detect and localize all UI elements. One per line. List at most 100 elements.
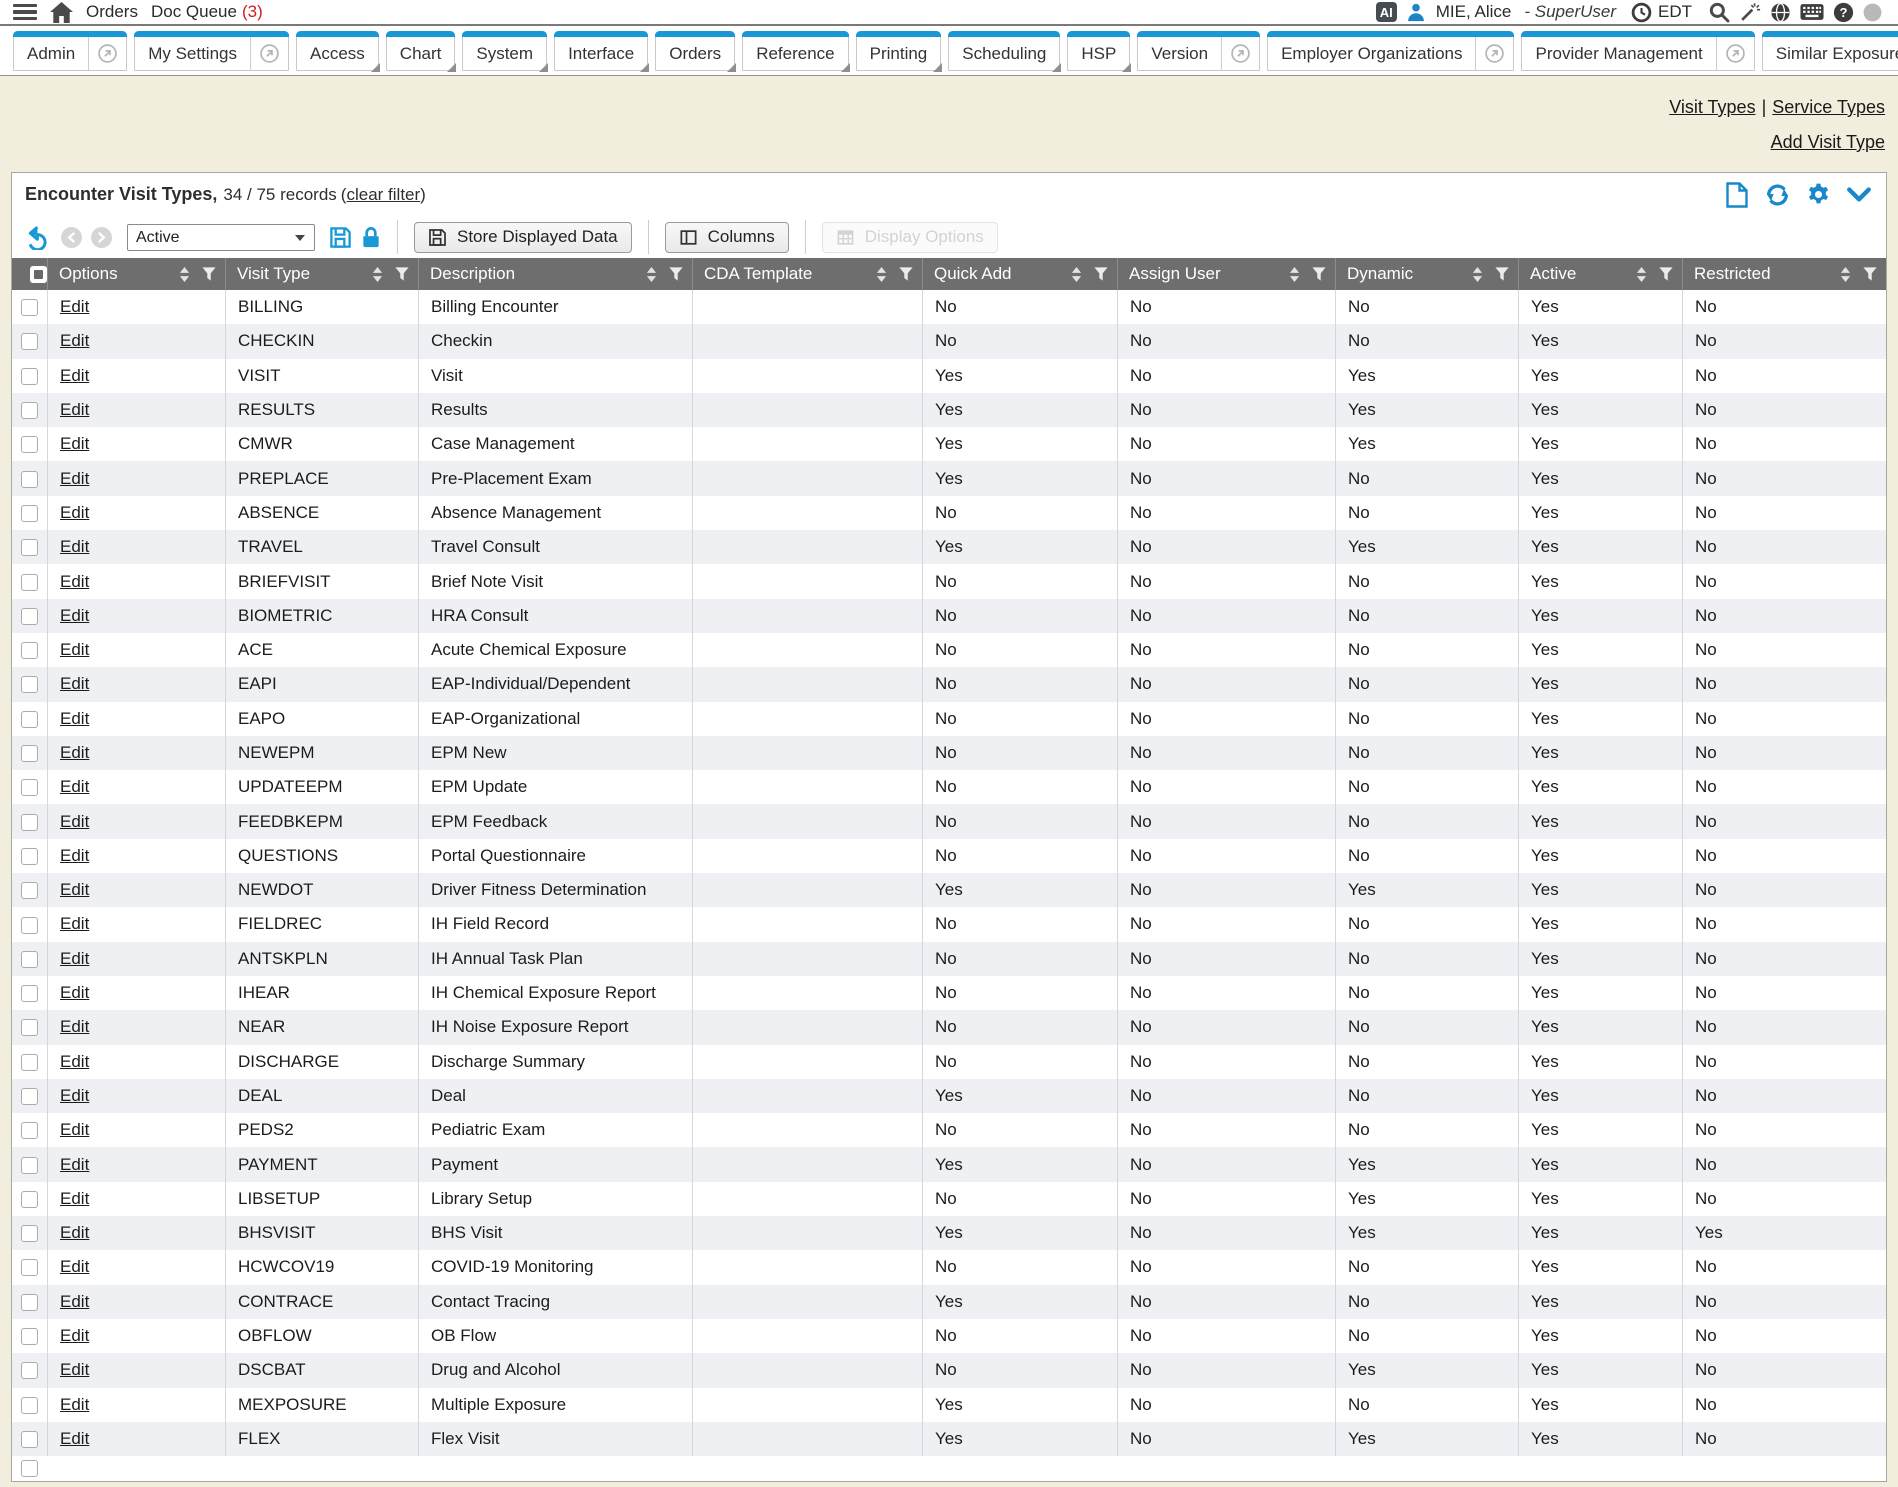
row-checkbox[interactable] — [21, 402, 38, 419]
filter-icon[interactable] — [1659, 267, 1673, 281]
sort-icon[interactable] — [646, 267, 657, 282]
edit-link[interactable]: Edit — [60, 846, 89, 865]
edit-link[interactable]: Edit — [60, 1360, 89, 1379]
refresh-icon[interactable] — [1764, 182, 1791, 208]
edit-link[interactable]: Edit — [60, 949, 89, 968]
column-header-dynamic[interactable]: Dynamic — [1335, 258, 1518, 290]
filter-icon[interactable] — [1312, 267, 1326, 281]
edit-link[interactable]: Edit — [60, 434, 89, 453]
filter-icon[interactable] — [395, 267, 409, 281]
visit-types-link[interactable]: Visit Types — [1669, 97, 1755, 117]
row-checkbox[interactable] — [21, 505, 38, 522]
edit-link[interactable]: Edit — [60, 1155, 89, 1174]
column-header-cda-template[interactable]: CDA Template — [692, 258, 922, 290]
row-checkbox[interactable] — [21, 1431, 38, 1448]
save-filter-icon[interactable] — [329, 226, 352, 249]
tab-hsp[interactable]: HSP — [1067, 31, 1130, 71]
row-checkbox[interactable] — [21, 333, 38, 350]
column-header-visit-type[interactable]: Visit Type — [225, 258, 418, 290]
column-header-assign-user[interactable]: Assign User — [1117, 258, 1335, 290]
open-new-window-icon[interactable] — [1475, 37, 1513, 70]
open-new-window-icon[interactable] — [1221, 37, 1259, 70]
row-checkbox[interactable] — [21, 1225, 38, 1242]
row-checkbox[interactable] — [21, 539, 38, 556]
row-checkbox[interactable] — [21, 1397, 38, 1414]
filter-icon[interactable] — [1094, 267, 1108, 281]
edit-link[interactable]: Edit — [60, 1429, 89, 1448]
edit-link[interactable]: Edit — [60, 1189, 89, 1208]
row-checkbox[interactable] — [21, 1328, 38, 1345]
edit-link[interactable]: Edit — [60, 331, 89, 350]
edit-link[interactable]: Edit — [60, 743, 89, 762]
sort-icon[interactable] — [1636, 267, 1647, 282]
undo-icon[interactable] — [26, 224, 52, 250]
edit-link[interactable]: Edit — [60, 537, 89, 556]
edit-link[interactable]: Edit — [60, 640, 89, 659]
sort-icon[interactable] — [179, 267, 190, 282]
sort-icon[interactable] — [1472, 267, 1483, 282]
edit-link[interactable]: Edit — [60, 983, 89, 1002]
row-checkbox[interactable] — [21, 814, 38, 831]
lock-icon[interactable] — [361, 226, 381, 249]
sort-icon[interactable] — [1289, 267, 1300, 282]
edit-link[interactable]: Edit — [60, 880, 89, 899]
column-header-quick-add[interactable]: Quick Add — [922, 258, 1117, 290]
filter-icon[interactable] — [1495, 267, 1509, 281]
edit-link[interactable]: Edit — [60, 572, 89, 591]
tab-system[interactable]: System — [462, 31, 547, 71]
sort-icon[interactable] — [372, 267, 383, 282]
open-new-window-icon[interactable] — [250, 37, 288, 70]
document-icon[interactable] — [1725, 182, 1749, 208]
edit-link[interactable]: Edit — [60, 1120, 89, 1139]
open-new-window-icon[interactable] — [88, 37, 126, 70]
row-checkbox[interactable] — [21, 676, 38, 693]
nav-doc-queue[interactable]: Doc Queue (3) — [151, 2, 263, 22]
column-header-options[interactable]: Options — [47, 258, 225, 290]
keyboard-icon[interactable] — [1800, 3, 1824, 21]
row-checkbox[interactable] — [21, 848, 38, 865]
filter-icon[interactable] — [202, 267, 216, 281]
select-all-checkbox[interactable] — [30, 266, 47, 283]
row-checkbox[interactable] — [21, 299, 38, 316]
column-header-description[interactable]: Description — [418, 258, 692, 290]
clear-filter-link[interactable]: clear filter — [346, 185, 420, 205]
edit-link[interactable]: Edit — [60, 1052, 89, 1071]
tab-scheduling[interactable]: Scheduling — [948, 31, 1060, 71]
settings-gear-icon[interactable] — [1806, 182, 1831, 207]
edit-link[interactable]: Edit — [60, 1395, 89, 1414]
row-checkbox[interactable] — [21, 471, 38, 488]
row-checkbox[interactable] — [21, 745, 38, 762]
row-checkbox[interactable] — [21, 711, 38, 728]
sort-icon[interactable] — [876, 267, 887, 282]
store-displayed-data-button[interactable]: Store Displayed Data — [414, 222, 632, 253]
collapse-chevron-icon[interactable] — [1846, 184, 1872, 206]
row-checkbox[interactable] — [21, 882, 38, 899]
history-back-button[interactable] — [61, 227, 82, 248]
filter-icon[interactable] — [1863, 267, 1877, 281]
nav-orders[interactable]: Orders — [86, 2, 138, 22]
clock-icon[interactable] — [1631, 2, 1652, 23]
row-checkbox[interactable] — [21, 1054, 38, 1071]
edit-link[interactable]: Edit — [60, 400, 89, 419]
tab-access[interactable]: Access — [296, 31, 379, 71]
row-checkbox[interactable] — [21, 1019, 38, 1036]
user-icon[interactable] — [1406, 2, 1426, 22]
filter-icon[interactable] — [669, 267, 683, 281]
row-checkbox[interactable] — [21, 1122, 38, 1139]
row-checkbox[interactable] — [21, 1294, 38, 1311]
edit-link[interactable]: Edit — [60, 1017, 89, 1036]
row-checkbox[interactable] — [21, 642, 38, 659]
edit-link[interactable]: Edit — [60, 1257, 89, 1276]
tab-orders[interactable]: Orders — [655, 31, 735, 71]
row-checkbox[interactable] — [21, 1157, 38, 1174]
row-checkbox[interactable] — [21, 1088, 38, 1105]
user-name[interactable]: MIE, Alice — [1436, 2, 1512, 22]
row-checkbox[interactable] — [21, 1259, 38, 1276]
edit-link[interactable]: Edit — [60, 1326, 89, 1345]
row-checkbox[interactable] — [21, 985, 38, 1002]
tab-similar-exposure-groups-segs[interactable]: Similar Exposure Groups (SEGs) — [1762, 31, 1898, 71]
help-icon[interactable]: ? — [1833, 2, 1854, 23]
tab-interface[interactable]: Interface — [554, 31, 648, 71]
add-visit-type-link[interactable]: Add Visit Type — [1771, 132, 1885, 152]
row-checkbox[interactable] — [21, 1362, 38, 1379]
